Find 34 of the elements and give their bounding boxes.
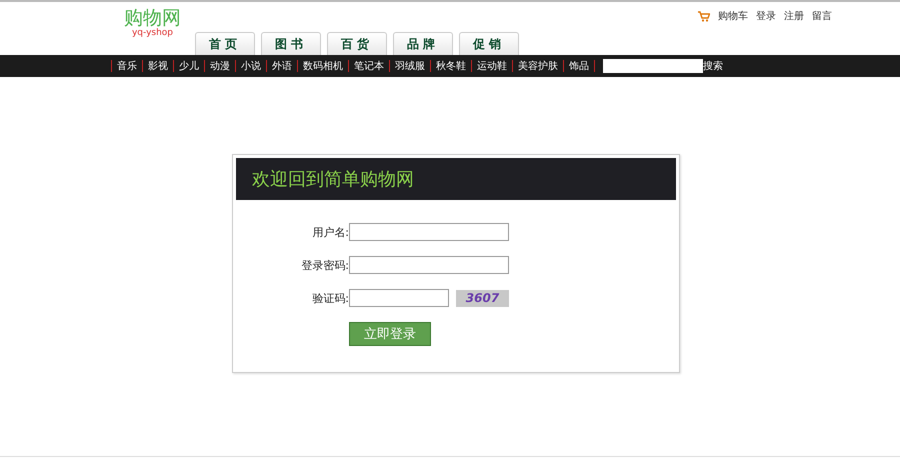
field-label: 登录密码: bbox=[300, 258, 349, 272]
category-link[interactable]: 羽绒服 bbox=[395, 59, 425, 73]
category-link[interactable]: 数码相机 bbox=[303, 59, 343, 73]
category-link[interactable]: 笔记本 bbox=[354, 59, 384, 73]
category-link[interactable]: 音乐 bbox=[117, 59, 137, 73]
username-field[interactable] bbox=[349, 223, 509, 241]
category-link[interactable]: 运动鞋 bbox=[477, 59, 507, 73]
password-field[interactable] bbox=[349, 256, 509, 274]
nav-tab[interactable]: 品牌 bbox=[393, 32, 453, 55]
search-field[interactable] bbox=[603, 59, 703, 73]
category-link[interactable]: 少儿 bbox=[179, 59, 199, 73]
nav-tab[interactable]: 图书 bbox=[261, 32, 321, 55]
top-link[interactable]: 购物车 bbox=[718, 9, 748, 23]
field-label: 用户名: bbox=[311, 224, 349, 240]
captcha-field[interactable] bbox=[349, 289, 449, 307]
nav-tab[interactable]: 百货 bbox=[327, 32, 387, 55]
login-title: 欢迎回到简单购物网 bbox=[252, 168, 414, 191]
nav-tab[interactable]: 首页 bbox=[195, 32, 255, 55]
nav-tab[interactable]: 促销 bbox=[459, 32, 519, 55]
category-link[interactable]: 小说 bbox=[241, 59, 261, 73]
category-link[interactable]: 动漫 bbox=[210, 59, 230, 73]
category-link[interactable]: 外语 bbox=[272, 59, 292, 73]
category-link[interactable]: 影视 bbox=[148, 59, 168, 73]
captcha-image[interactable]: 3607 bbox=[456, 290, 509, 306]
cart-icon[interactable] bbox=[698, 10, 710, 22]
top-link[interactable]: 留言 bbox=[812, 9, 832, 23]
logo-subtitle: yq-yshop bbox=[130, 29, 174, 38]
field-label: 验证码: bbox=[311, 290, 349, 306]
category-link[interactable]: 秋冬鞋 bbox=[436, 59, 466, 73]
category-link[interactable]: 饰品 bbox=[569, 59, 589, 73]
top-link[interactable]: 注册 bbox=[784, 9, 804, 23]
top-link[interactable]: 登录 bbox=[756, 9, 776, 23]
search-button[interactable]: 搜索 bbox=[703, 59, 723, 73]
category-link[interactable]: 美容护肤 bbox=[518, 59, 558, 73]
